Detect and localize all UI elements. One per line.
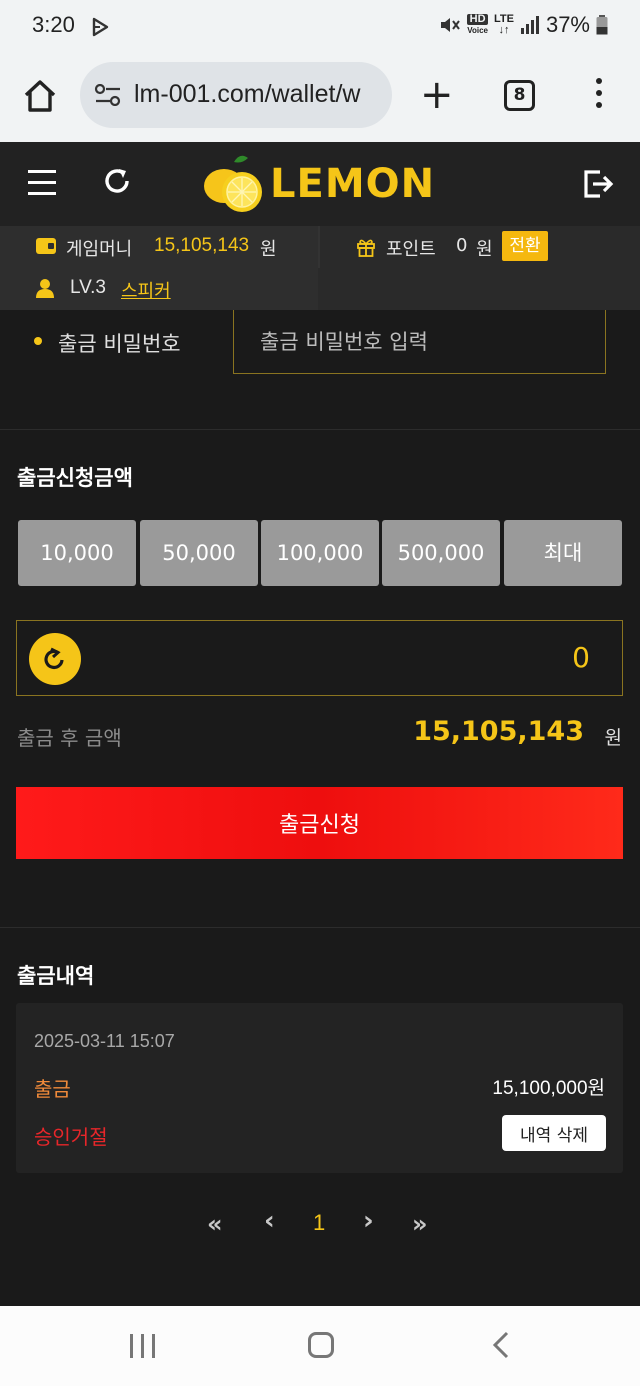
signal-icon xyxy=(520,16,539,34)
hd-voice-top: HD xyxy=(467,14,488,25)
battery-icon xyxy=(596,15,608,35)
game-money-label: 게임머니 xyxy=(66,239,133,260)
game-money-unit: 원 xyxy=(260,239,277,260)
hd-voice-icon: HD Voice xyxy=(467,14,488,36)
bullet-dot xyxy=(34,337,42,345)
new-tab-icon[interactable]: + xyxy=(420,75,454,115)
history-status: 승인거절 xyxy=(34,1125,108,1149)
logo-text: LEMON xyxy=(270,161,436,207)
tab-switcher-button[interactable]: 8 xyxy=(504,80,535,111)
lemon-logo[interactable]: LEMON xyxy=(200,152,435,216)
status-bar: 3:20 HD Voice LTE ↓↑ 37% xyxy=(0,0,640,52)
site-settings-icon[interactable] xyxy=(94,84,122,106)
history-date: 2025-03-11 15:07 xyxy=(34,1031,175,1051)
hd-voice-bottom: Voice xyxy=(467,26,488,35)
history-item: 2025-03-11 15:07 출금 15,100,000원 승인거절 내역 … xyxy=(16,1003,623,1173)
lemon-logo-icon xyxy=(204,155,262,212)
mute-icon xyxy=(441,18,461,32)
more-menu-icon[interactable] xyxy=(592,78,606,114)
withdraw-amount-title: 출금신청금액 xyxy=(17,466,133,490)
delete-history-button[interactable]: 내역 삭제 xyxy=(502,1115,606,1151)
url-text[interactable]: lm-001.com/wallet/w xyxy=(134,80,360,109)
amount-button-500000[interactable]: 500,000 xyxy=(382,520,500,586)
point-value: 0 xyxy=(456,235,468,256)
withdraw-submit-button[interactable]: 출금신청 xyxy=(16,787,623,859)
after-withdraw-value: 15,105,143 xyxy=(413,716,584,747)
amount-button-50000[interactable]: 50,000 xyxy=(140,520,258,586)
pagination-prev[interactable]: ‹ xyxy=(264,1206,275,1236)
nickname-link[interactable]: 스피커 xyxy=(121,277,171,303)
back-icon[interactable] xyxy=(490,1330,512,1360)
withdraw-password-row: 출금 비밀번호 xyxy=(0,310,640,430)
play-icon xyxy=(92,17,109,37)
amount-button-10000[interactable]: 10,000 xyxy=(18,520,136,586)
game-money-value: 15,105,143 xyxy=(154,235,250,256)
level-text: LV.3 xyxy=(70,277,106,298)
wallet-icon xyxy=(36,238,56,254)
pagination-first[interactable]: « xyxy=(207,1210,223,1238)
balance-row: 게임머니 15,105,143 원 포인트 0 원 전환 xyxy=(0,226,640,268)
after-withdraw-unit: 원 xyxy=(604,727,622,749)
convert-button[interactable]: 전환 xyxy=(502,231,548,261)
system-navigation-bar xyxy=(0,1306,640,1386)
gift-icon xyxy=(357,239,375,257)
status-time: 3:20 xyxy=(32,12,75,37)
site-header: LEMON xyxy=(0,142,640,226)
withdraw-history-title: 출금내역 xyxy=(17,964,95,988)
withdraw-amount-field[interactable]: 0 xyxy=(16,620,623,696)
battery-percent: 37% xyxy=(545,12,590,37)
point-label: 포인트 xyxy=(386,239,436,260)
level-row: LV.3 스피커 xyxy=(0,268,640,310)
game-money-cell: 게임머니 15,105,143 원 xyxy=(0,226,318,268)
reset-icon xyxy=(44,647,64,670)
withdraw-password-input[interactable] xyxy=(233,310,606,374)
user-icon xyxy=(36,279,54,298)
recent-apps-icon[interactable] xyxy=(130,1334,156,1358)
address-bar[interactable]: lm-001.com/wallet/w xyxy=(80,62,392,128)
home-nav-icon[interactable] xyxy=(308,1332,334,1358)
withdraw-password-label: 출금 비밀번호 xyxy=(58,332,181,356)
history-type: 출금 xyxy=(34,1077,71,1101)
hamburger-menu-icon[interactable] xyxy=(28,170,56,203)
amount-button-100000[interactable]: 100,000 xyxy=(261,520,379,586)
home-icon[interactable] xyxy=(22,78,58,114)
history-amount: 15,100,000원 xyxy=(492,1078,605,1099)
status-right-group: HD Voice LTE ↓↑ 37% xyxy=(439,12,608,38)
amount-button-max[interactable]: 최대 xyxy=(504,520,622,586)
browser-toolbar: lm-001.com/wallet/w + 8 xyxy=(0,52,640,142)
reset-amount-button[interactable] xyxy=(29,633,81,685)
after-withdraw-label: 출금 후 금액 xyxy=(17,726,122,750)
pagination-last[interactable]: » xyxy=(412,1210,428,1238)
lte-arrows: ↓↑ xyxy=(498,24,510,36)
pagination-current[interactable]: 1 xyxy=(313,1210,325,1236)
refresh-icon[interactable] xyxy=(102,166,132,196)
withdraw-amount-value[interactable]: 0 xyxy=(572,641,590,674)
pagination-next[interactable]: › xyxy=(363,1206,374,1236)
section-divider xyxy=(0,927,640,928)
logout-icon[interactable] xyxy=(582,168,614,200)
lte-icon: LTE ↓↑ xyxy=(494,14,514,36)
point-unit: 원 xyxy=(476,239,493,260)
